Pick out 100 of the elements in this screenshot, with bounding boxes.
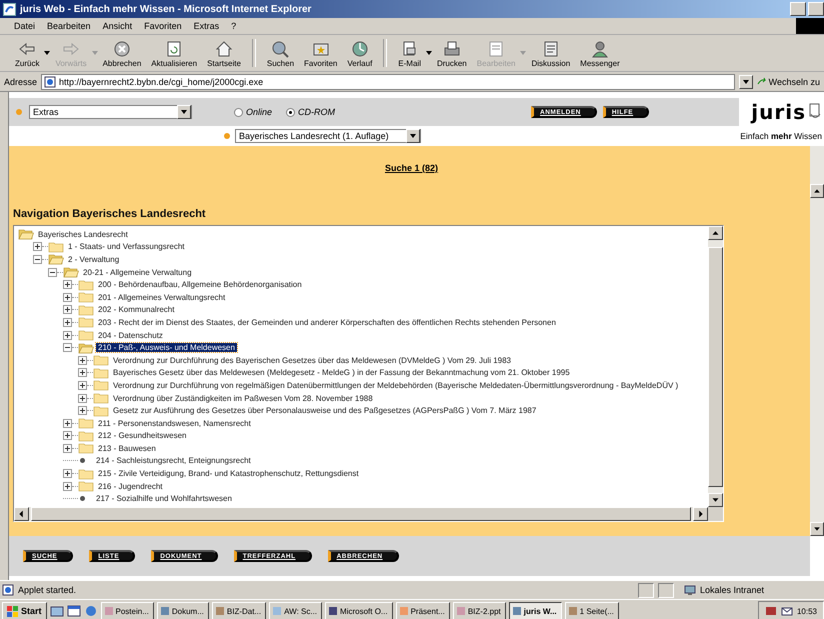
collection-select[interactable]: Bayerisches Landesrecht (1. Auflage) — [235, 129, 421, 143]
folder-icon — [78, 480, 94, 492]
scroll-down-button[interactable] — [708, 493, 723, 507]
tree-item[interactable]: 202 - Kommunalrecht — [96, 305, 176, 314]
caret-icon — [44, 50, 50, 56]
expand-icon[interactable] — [63, 418, 72, 428]
minimize-button[interactable] — [790, 2, 806, 16]
tree-item[interactable]: 211 - Personenstandswesen, Namensrecht — [96, 418, 253, 428]
go-button[interactable]: Wechseln zu — [756, 76, 820, 86]
quick-launch-icon[interactable] — [66, 604, 81, 618]
expand-icon[interactable] — [63, 330, 72, 340]
tree-item[interactable]: 212 - Gesundheitswesen — [96, 431, 188, 440]
radio-label: Online — [246, 107, 272, 117]
scroll-right-button[interactable] — [693, 507, 708, 521]
expand-icon[interactable] — [63, 292, 72, 302]
tree-item[interactable]: 216 - Jugendrecht — [96, 482, 164, 491]
scroll-up-button[interactable] — [810, 184, 824, 198]
expand-icon[interactable] — [33, 242, 42, 252]
maximize-button[interactable] — [808, 2, 824, 16]
expand-icon[interactable] — [78, 394, 87, 403]
toolbar-button[interactable]: Abbrechen — [98, 38, 146, 68]
tree-item[interactable]: Verordnung zur Durchführung des Bayerischen Gesetzes über das Meldewesen (DVMeldeG ) Vom 29. Juli 1983 — [111, 356, 513, 365]
toolbar-button[interactable]: Drucken — [432, 38, 472, 68]
expand-icon[interactable] — [63, 469, 72, 478]
radio-button[interactable] — [234, 108, 243, 116]
expand-icon[interactable] — [63, 482, 72, 491]
status-panel — [658, 582, 674, 598]
tree-item[interactable]: 1 - Staats- und Verfassungsrecht — [66, 242, 187, 252]
folder-icon — [93, 379, 109, 392]
expand-icon[interactable] — [78, 356, 87, 365]
scroll-up-button[interactable] — [708, 226, 723, 240]
scroll-down-button[interactable] — [810, 522, 824, 536]
taskbar-button[interactable]: Microsoft O... — [325, 602, 393, 619]
tree-item[interactable]: Verordnung über Zuständigkeiten im Paßwesen Vom 28. November 1988 — [111, 394, 375, 403]
start-button[interactable]: Start — [2, 602, 47, 619]
taskbar-button[interactable]: BIZ-Dat... — [212, 602, 266, 619]
address-field[interactable]: http://bayernrecht2.bybn.de/cgi_home/j2000cgi.exe — [41, 74, 735, 90]
folder-icon — [78, 291, 94, 304]
tree-item[interactable]: 217 - Sozialhilfe und Wohlfahrtswesen — [94, 494, 234, 504]
menu-item[interactable]: ? — [225, 21, 242, 31]
taskbar-button[interactable]: Postein... — [100, 602, 154, 619]
tree-item[interactable]: 203 - Recht der im Dienst des Staates, der Gemeinden und anderer Körperschaften des öffentlichen Rechts stehenden Personen — [96, 318, 558, 327]
tree-item[interactable]: 204 - Datenschutz — [96, 330, 165, 340]
tray-icon[interactable] — [764, 605, 777, 617]
expand-icon[interactable] — [63, 280, 72, 290]
folder-icon — [78, 316, 94, 328]
taskbar-button[interactable]: juris W... — [508, 602, 562, 619]
tree-item[interactable]: Verordnung zur Durchführung von regelmäßigen Datenübermittlungen der Meldebehörden (Bayerische Meldedaten-Übermittlungsverordnung - BayMeldeDÜV ) — [111, 380, 680, 390]
tree-item[interactable]: 201 - Allgemeines Verwaltungsrecht — [96, 292, 228, 302]
quick-launch-icon[interactable] — [50, 604, 64, 618]
collapse-icon[interactable] — [63, 343, 72, 352]
tree-item[interactable]: 214 - Sachleistungsrecht, Enteignungsrecht — [94, 456, 253, 466]
tree-item[interactable]: 2 - Verwaltung — [66, 254, 122, 264]
scrollbar[interactable] — [810, 146, 824, 536]
toolbar-button[interactable]: Zurück — [10, 38, 50, 68]
tree-item[interactable]: 213 - Bauwesen — [96, 444, 158, 453]
expand-icon[interactable] — [78, 406, 87, 416]
expand-icon[interactable] — [63, 444, 72, 453]
taskbar-button[interactable]: Dokum... — [156, 602, 209, 619]
tree-item[interactable]: 20-21 - Allgemeine Verwaltung — [81, 268, 194, 277]
folder-icon — [78, 304, 94, 316]
menu-item[interactable]: Bearbeiten — [41, 21, 97, 31]
tree-item[interactable]: 200 - Behördenaufbau, Allgemeine Behördenorganisation — [96, 280, 304, 290]
menu-item[interactable]: Favoriten — [138, 21, 188, 31]
collapse-icon[interactable] — [48, 268, 57, 277]
scroll-left-button[interactable] — [14, 507, 29, 521]
tree-item[interactable]: Bayerisches Gesetz über das Meldewesen (Meldegesetz - MeldeG ) in der Fassung der Bekanntmachung vom 21. Oktober 1995 — [111, 368, 572, 378]
expand-icon[interactable] — [63, 318, 72, 327]
menu-item[interactable]: Ansicht — [96, 21, 138, 31]
toolbar-button[interactable]: Diskussion — [526, 38, 576, 68]
expand-icon[interactable] — [63, 305, 72, 314]
toolbar-button[interactable]: Aktualisieren — [146, 38, 202, 68]
expand-icon[interactable] — [78, 380, 87, 390]
expand-icon[interactable] — [78, 368, 87, 378]
toolbar-button[interactable]: Messenger — [575, 38, 625, 68]
toolbar-button[interactable]: Favoriten — [299, 38, 342, 68]
toolbar-button[interactable]: Suchen — [262, 38, 300, 68]
radio-button[interactable] — [286, 108, 296, 116]
collapse-icon[interactable] — [33, 254, 42, 264]
section-heading: Navigation Bayerisches Landesrecht — [13, 208, 207, 220]
toolbar-button[interactable]: Verlauf — [342, 38, 378, 68]
taskbar-button[interactable]: BIZ-2.ppt — [452, 602, 506, 619]
menu-item[interactable]: Extras — [188, 21, 226, 31]
tree-item[interactable]: 215 - Zivile Verteidigung, Brand- und Katastrophenschutz, Rettungsdienst — [96, 469, 361, 478]
taskbar-button[interactable]: AW: Sc... — [269, 602, 322, 619]
expand-icon[interactable] — [63, 431, 72, 440]
folder-icon — [93, 366, 109, 379]
app-icon — [214, 606, 225, 616]
toolbar-icon — [270, 38, 290, 58]
tree-item[interactable]: Gesetz zur Ausführung des Gesetzes über Personalausweise und des Paßgesetzes (AGPersPaßG ) Vom 7. März 1987 — [111, 406, 538, 416]
taskbar-button[interactable]: 1 Seite(... — [564, 602, 619, 619]
toolbar-button[interactable]: E-Mail — [393, 38, 432, 68]
taskbar-button[interactable]: Präsent... — [396, 602, 450, 619]
tree-item[interactable]: 210 - Paß-, Ausweis- und Meldewesen — [96, 343, 237, 352]
search-link[interactable]: Suche 1 (82) — [384, 163, 438, 173]
menu-item[interactable]: Datei — [8, 21, 42, 31]
toolbar-button[interactable]: Startseite — [202, 38, 246, 68]
mail-icon[interactable] — [780, 605, 793, 617]
tree-item[interactable]: Bayerisches Landesrecht — [36, 230, 130, 239]
mode-select[interactable]: Extras — [29, 105, 192, 119]
